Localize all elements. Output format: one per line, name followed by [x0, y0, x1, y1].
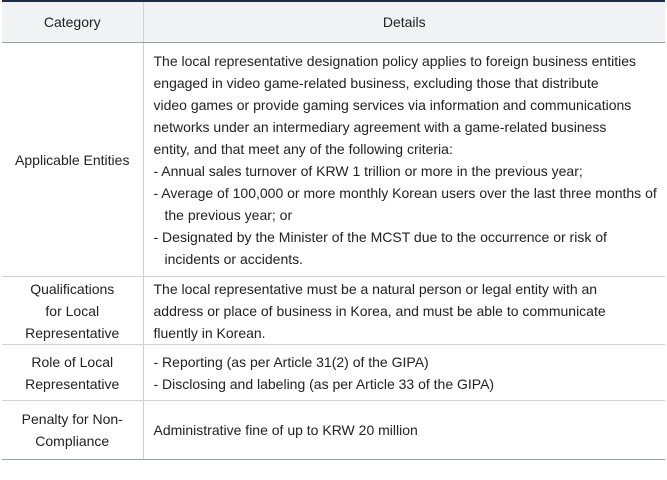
criteria-item: - Annual sales turnover of KRW 1 trillio… — [153, 162, 583, 179]
details-line: The local representative designation pol… — [153, 52, 637, 69]
table-row-applicable-entities: Applicable Entities The local representa… — [2, 42, 665, 277]
role-item: - Reporting (as per Article 31(2) of the… — [153, 353, 429, 370]
criteria-item: - Average of 100,000 or more monthly Kor… — [153, 184, 657, 223]
category-cell: Role of Local Representative — [2, 344, 144, 401]
details-line: video games or provide gaming services v… — [153, 96, 632, 113]
category-line: Applicable Entities — [15, 151, 130, 168]
category-cell: Qualifications for Local Representative — [2, 276, 144, 345]
category-line: Penalty for Non- — [21, 411, 123, 427]
details-line: entity, and that meet any of the followi… — [153, 140, 453, 157]
details-cell: - Reporting (as per Article 31(2) of the… — [143, 344, 665, 401]
header-category: Category — [2, 0, 144, 43]
header-details: Details — [143, 0, 665, 43]
role-item: - Disclosing and labeling (as per Articl… — [153, 375, 495, 392]
details-line: networks under an intermediary agreement… — [153, 118, 607, 135]
criteria-item: - Designated by the Minister of the MCST… — [153, 228, 607, 267]
details-cell: Administrative fine of up to KRW 20 mill… — [143, 400, 665, 460]
category-line: Qualifications — [30, 280, 115, 297]
details-cell: The local representative must be a natur… — [143, 276, 665, 345]
table-row-penalty: Penalty for Non- Compliance Administrati… — [2, 400, 665, 460]
details-line: The local representative must be a natur… — [153, 280, 598, 297]
table-header-row: Category Details — [2, 0, 665, 43]
details-line: engaged in video game-related business, … — [153, 74, 599, 91]
table-row-qualifications: Qualifications for Local Representative … — [2, 276, 665, 345]
details-line: Administrative fine of up to KRW 20 mill… — [153, 422, 418, 438]
details-line: address or place of business in Korea, a… — [153, 302, 606, 319]
category-cell: Applicable Entities — [2, 42, 144, 277]
category-line: Representative — [25, 324, 120, 341]
details-line: fluently in Korean. — [153, 324, 266, 341]
details-cell: The local representative designation pol… — [143, 42, 665, 277]
category-line: for Local — [45, 302, 100, 319]
category-line: Compliance — [35, 433, 110, 449]
category-line: Role of Local — [31, 353, 114, 370]
policy-table: Category Details Applicable Entities The… — [2, 0, 665, 460]
category-cell: Penalty for Non- Compliance — [2, 400, 144, 460]
category-line: Representative — [25, 375, 120, 392]
table-row-role: Role of Local Representative - Reporting… — [2, 344, 665, 401]
